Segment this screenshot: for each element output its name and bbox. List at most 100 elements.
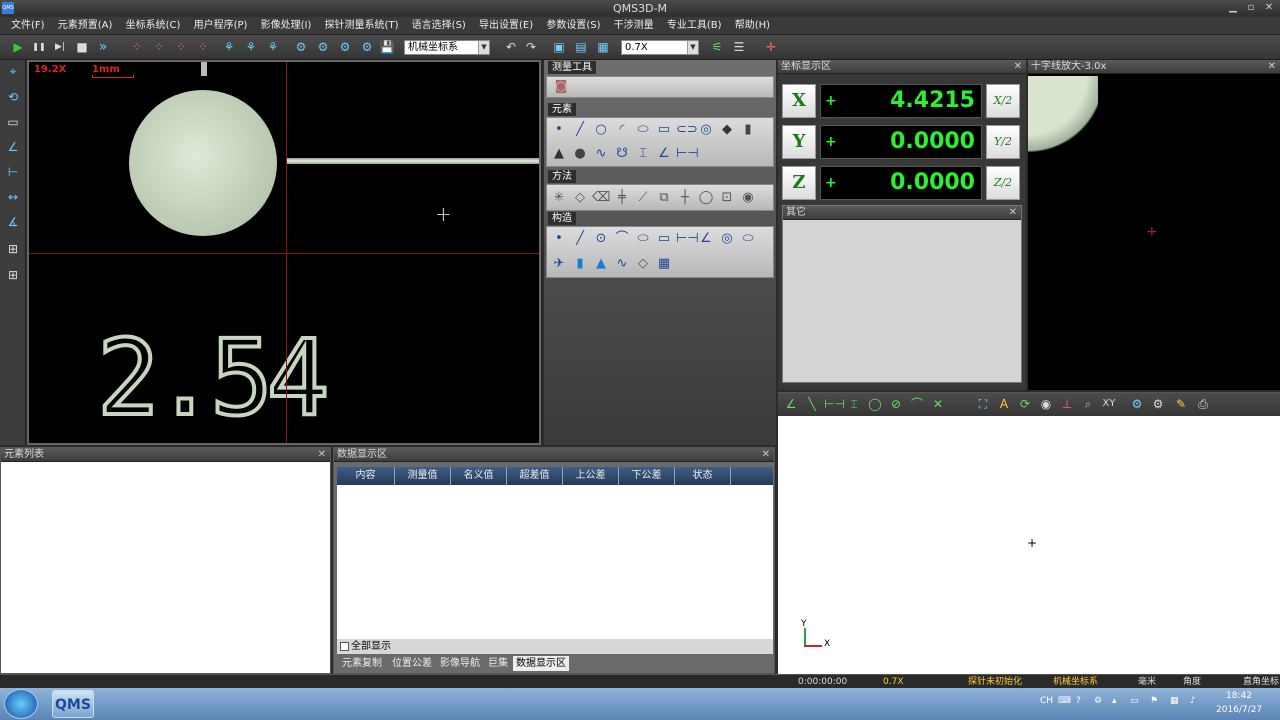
- close-icon[interactable]: ✕: [1014, 60, 1022, 74]
- rotate-view-icon[interactable]: ⟳: [1016, 396, 1034, 412]
- flag-icon[interactable]: ⚑: [1150, 696, 1158, 706]
- view-angle-icon[interactable]: ∠: [782, 396, 800, 412]
- maximize-button[interactable]: ▫: [1244, 2, 1258, 14]
- tab-data-display[interactable]: 数据显示区: [513, 656, 569, 671]
- clock-time[interactable]: 18:42: [1226, 691, 1252, 701]
- column-nominal[interactable]: 名义值: [451, 467, 507, 485]
- view-line-icon[interactable]: ╲: [803, 396, 821, 412]
- crosshair-tool-icon[interactable]: ✛: [762, 39, 780, 55]
- stop-icon[interactable]: ■: [73, 39, 91, 55]
- image-window-icon[interactable]: ▦: [594, 39, 612, 55]
- volume-icon[interactable]: ♪: [1190, 696, 1196, 706]
- auto-line-icon[interactable]: ⚙: [314, 39, 332, 55]
- sphere-icon[interactable]: ●: [571, 145, 589, 163]
- intersect-method-icon[interactable]: ╪: [613, 189, 631, 207]
- construct-cylinder-icon[interactable]: ▮: [571, 255, 589, 273]
- column-deviation[interactable]: 超差值: [507, 467, 563, 485]
- tab-macro[interactable]: 巨集: [485, 656, 511, 671]
- menu-parameter-settings[interactable]: 参数设置(S): [541, 17, 605, 35]
- auto-circle-icon[interactable]: ⚙: [336, 39, 354, 55]
- tab-image-navigation[interactable]: 影像导航: [437, 656, 483, 671]
- show-all-checkbox[interactable]: 全部显示: [337, 639, 773, 654]
- plus-method-icon[interactable]: ┼: [676, 189, 694, 207]
- text-annotation-icon[interactable]: A: [995, 396, 1013, 412]
- tray-settings-icon[interactable]: ⚙: [1094, 696, 1102, 706]
- minimize-button[interactable]: ▁: [1226, 2, 1240, 14]
- rectangle-icon[interactable]: ▭: [655, 121, 673, 139]
- taskbar-app-button[interactable]: QMS: [52, 690, 94, 718]
- column-lower-tol[interactable]: 下公差: [619, 467, 675, 485]
- menu-image-processing[interactable]: 影像处理(I): [256, 17, 317, 35]
- close-icon[interactable]: ✕: [1009, 206, 1017, 220]
- magnifier-icon[interactable]: ⌕: [1079, 396, 1097, 412]
- construct-cone-icon[interactable]: ▲: [592, 255, 610, 273]
- rectangle-tool-icon[interactable]: ▭: [4, 113, 22, 131]
- xy-coordinate-icon[interactable]: XY: [1100, 396, 1118, 412]
- construct-table-icon[interactable]: ▦: [655, 255, 673, 273]
- column-content[interactable]: 内容: [337, 467, 395, 485]
- circle-method-icon[interactable]: ◯: [697, 189, 715, 207]
- clock-date[interactable]: 2016/7/27: [1216, 705, 1262, 715]
- coordinate-system-select[interactable]: 机械坐标系 ▼: [404, 40, 490, 55]
- construct-distance-icon[interactable]: ⊢⊣: [676, 230, 699, 248]
- view-cross-icon[interactable]: ✕: [929, 396, 947, 412]
- column-status[interactable]: 状态: [675, 467, 731, 485]
- measure-shape-icon[interactable]: ⟲: [4, 88, 22, 106]
- redo-icon[interactable]: ↷: [522, 39, 540, 55]
- x-axis-button[interactable]: X: [782, 84, 816, 118]
- contour-icon[interactable]: ☋: [613, 145, 631, 163]
- zoom-select[interactable]: 0.7X ▼: [621, 40, 699, 55]
- angle-measure-icon[interactable]: ∡: [4, 213, 22, 231]
- cylinder-icon[interactable]: ▮: [739, 121, 757, 139]
- line-icon[interactable]: ╱: [571, 121, 589, 139]
- construct-arc-icon[interactable]: ⌒: [613, 230, 631, 248]
- close-button[interactable]: ✕: [1262, 2, 1276, 14]
- angle-tool-icon[interactable]: ∠: [4, 138, 22, 156]
- eraser-method-icon[interactable]: ⌫: [592, 189, 610, 207]
- list-icon[interactable]: ☰: [730, 39, 748, 55]
- help-icon[interactable]: ?: [1076, 696, 1081, 706]
- box-method-icon[interactable]: ⧉: [655, 189, 673, 207]
- graphic-view-panel[interactable]: ∠ ╲ ⊢⊣ ⌶ ◯ ⊘ ⌒ ✕ ⛶ A ⟳ ◉ ⊥ ⌕ XY ⚙ ⚙ ✎ ⎙ …: [778, 392, 1280, 674]
- point-icon[interactable]: •: [550, 121, 568, 139]
- grid-3x3-icon[interactable]: ⊞: [4, 266, 22, 284]
- light-control-icon[interactable]: ⚟: [708, 39, 726, 55]
- construct-line-icon[interactable]: ╱: [571, 230, 589, 248]
- arc-icon[interactable]: ◜: [613, 121, 631, 139]
- y-half-button[interactable]: Y/2: [986, 125, 1020, 159]
- sphere-probe-icon[interactable]: ⚘: [220, 39, 238, 55]
- device-icon[interactable]: ▭: [1130, 696, 1139, 706]
- ring-icon[interactable]: ◎: [697, 121, 715, 139]
- column-upper-tol[interactable]: 上公差: [563, 467, 619, 485]
- slash-method-icon[interactable]: ⟋: [634, 189, 652, 207]
- column-measured[interactable]: 测量值: [395, 467, 451, 485]
- close-icon[interactable]: ✕: [762, 448, 770, 462]
- z-half-button[interactable]: Z/2: [986, 166, 1020, 200]
- angle-element-icon[interactable]: ∠: [655, 145, 673, 163]
- save-icon[interactable]: 💾: [378, 39, 396, 55]
- circle-icon[interactable]: ○: [592, 121, 610, 139]
- construct-angle-icon[interactable]: ∠: [697, 230, 715, 248]
- zoom-fit-icon[interactable]: ⛶: [974, 396, 992, 412]
- close-icon[interactable]: ✕: [318, 448, 326, 462]
- frame-method-icon[interactable]: ⊡: [718, 189, 736, 207]
- construct-plane-icon[interactable]: ✈: [550, 255, 568, 273]
- menu-pro-tools[interactable]: 专业工具(B): [662, 17, 727, 35]
- distance-element-icon[interactable]: ⊢⊣: [676, 145, 699, 163]
- grid-2x2-icon[interactable]: ⊞: [4, 240, 22, 258]
- pause-icon[interactable]: ❚❚: [30, 39, 48, 55]
- construct-contour-icon[interactable]: ◇: [634, 255, 652, 273]
- menu-export-settings[interactable]: 导出设置(E): [474, 17, 538, 35]
- highlight-icon[interactable]: ✎: [1172, 396, 1190, 412]
- view-arc-icon[interactable]: ⌒: [908, 396, 926, 412]
- auto-point-icon[interactable]: ⚙: [292, 39, 310, 55]
- image-icon[interactable]: ▣: [550, 39, 568, 55]
- slot-icon[interactable]: ⊂⊃: [676, 121, 698, 139]
- view-diameter-icon[interactable]: ⊘: [887, 396, 905, 412]
- cone-icon[interactable]: ▲: [550, 145, 568, 163]
- plane-icon[interactable]: ◆: [718, 121, 736, 139]
- view-settings-icon[interactable]: ⚙: [1128, 396, 1146, 412]
- print-icon[interactable]: ⎙: [1194, 396, 1212, 412]
- menu-coordinate-system[interactable]: 坐标系统(C): [121, 17, 186, 35]
- construct-point-icon[interactable]: •: [550, 230, 568, 248]
